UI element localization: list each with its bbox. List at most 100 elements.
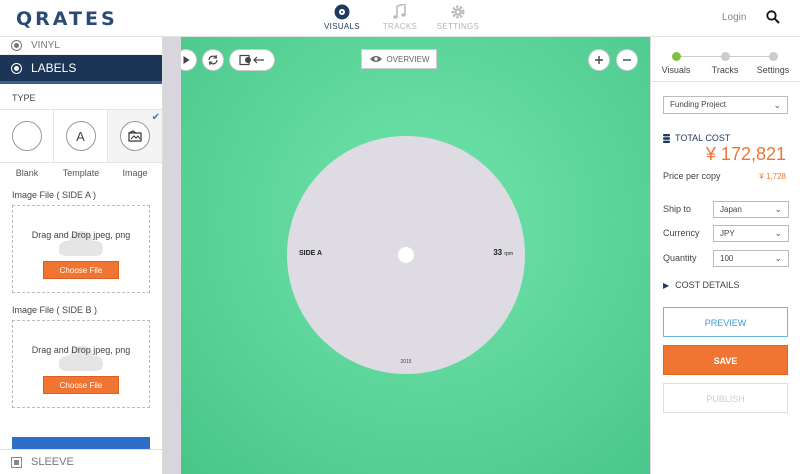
- search-icon[interactable]: [766, 10, 780, 29]
- vinyl-label[interactable]: SIDE A 33 rpm 2015: [287, 136, 525, 374]
- image-icon: [120, 121, 150, 151]
- project-type-value: Funding Project: [670, 100, 727, 109]
- quantity-label: Quantity: [663, 253, 697, 263]
- nav-label: VISUALS: [324, 22, 360, 31]
- coins-icon: [663, 133, 670, 143]
- type-labels: Blank Template Image: [0, 163, 162, 178]
- price-per-copy-value: ¥ 1,728: [759, 172, 786, 181]
- step-label: Visuals: [661, 65, 691, 75]
- type-template-option[interactable]: A: [54, 110, 108, 162]
- type-options: A ✔: [0, 109, 162, 163]
- blank-icon: [11, 121, 42, 151]
- radio-icon: [12, 63, 21, 73]
- section-vinyl[interactable]: VINYL: [0, 37, 162, 55]
- publish-button[interactable]: PUBLISH: [663, 383, 788, 413]
- label-side-text: SIDE A: [299, 250, 323, 257]
- step-dot: [720, 52, 730, 61]
- music-note-icon: [392, 4, 408, 20]
- ship-to-select[interactable]: Japan ⌄: [713, 200, 789, 218]
- type-image-option[interactable]: ✔: [108, 110, 162, 162]
- template-icon: A: [65, 121, 96, 151]
- total-cost-label-text: TOTAL COST: [675, 133, 731, 143]
- rotate-icon: [208, 54, 218, 66]
- side-a-dropzone[interactable]: Drag and Drop jpeg, png Choose File: [12, 205, 150, 293]
- play-button[interactable]: [181, 50, 196, 70]
- spindle-hole: [398, 247, 414, 263]
- section-labels[interactable]: LABELS: [0, 55, 162, 84]
- play-icon: [183, 56, 190, 64]
- project-type-select[interactable]: Funding Project ⌄: [663, 96, 788, 114]
- apply-button-strip[interactable]: [12, 437, 150, 449]
- preview-canvas: OVERVIEW SIDE A 33 rpm 2015: [181, 37, 650, 474]
- type-label-blank: Blank: [15, 168, 39, 178]
- step-settings[interactable]: Settings: [748, 52, 798, 75]
- currency-row: Currency JPY ⌄: [663, 224, 789, 242]
- price-per-copy-label: Price per copy: [663, 171, 721, 181]
- type-title: TYPE: [12, 93, 36, 103]
- nav-settings[interactable]: SETTINGS: [423, 4, 493, 31]
- checkmark-icon: ✔: [151, 112, 160, 123]
- step-visuals[interactable]: Visuals: [651, 52, 701, 75]
- top-bar: QRATES VISUALS TRACKS SETTINGS Login: [0, 0, 800, 37]
- currency-select[interactable]: JPY ⌄: [713, 224, 789, 242]
- side-b-choose-file-button[interactable]: Choose File: [43, 376, 119, 394]
- label-rpm: 33 rpm: [493, 248, 513, 257]
- label-year: 2015: [400, 359, 412, 365]
- rotate-button[interactable]: [203, 50, 223, 70]
- label-rpm-value: 33: [493, 248, 503, 257]
- preview-button[interactable]: PREVIEW: [663, 307, 788, 337]
- zoom-out-button[interactable]: [617, 50, 637, 70]
- cost-details-toggle[interactable]: ▶ COST DETAILS: [663, 280, 739, 290]
- currency-label: Currency: [663, 228, 700, 238]
- overview-label: OVERVIEW: [386, 54, 430, 64]
- type-label-template: Template: [62, 168, 100, 178]
- side-b-drop-text: Drag and Drop jpeg, png: [31, 345, 131, 355]
- gear-icon: [450, 4, 466, 20]
- ship-to-value: Japan: [720, 204, 742, 214]
- section-sleeve[interactable]: SLEEVE: [0, 449, 162, 474]
- step-label: Tracks: [711, 65, 739, 75]
- chevron-down-icon: ⌄: [774, 252, 782, 263]
- quantity-value: 100: [720, 253, 734, 263]
- currency-value: JPY: [720, 228, 735, 238]
- side-b-dropzone[interactable]: Drag and Drop jpeg, png Choose File: [12, 320, 150, 408]
- left-panel: VINYL LABELS TYPE A ✔ Blank Template Ima…: [0, 37, 163, 474]
- zoom-in-button[interactable]: [589, 50, 609, 70]
- caret-right-icon: ▶: [663, 280, 670, 290]
- chevron-down-icon: ⌄: [774, 227, 782, 238]
- chevron-down-icon: ⌄: [773, 100, 781, 110]
- progress-steps: Visuals Tracks Settings: [651, 37, 800, 82]
- radio-icon: [12, 41, 21, 50]
- nav-label: TRACKS: [382, 22, 418, 31]
- sleeve-toggle-button[interactable]: [230, 50, 274, 70]
- step-tracks[interactable]: Tracks: [700, 52, 750, 75]
- side-b-title: Image File ( SIDE B ): [12, 305, 98, 315]
- overview-button[interactable]: OVERVIEW: [361, 49, 437, 69]
- record-icon: [334, 4, 350, 20]
- quantity-row: Quantity 100 ⌄: [663, 249, 789, 267]
- total-cost-label: TOTAL COST: [663, 133, 730, 143]
- type-label-image: Image: [122, 168, 148, 178]
- type-blank-option[interactable]: [0, 110, 54, 162]
- step-label: Settings: [756, 65, 790, 75]
- nav-label: SETTINGS: [436, 22, 480, 31]
- eye-icon: [369, 56, 382, 62]
- quantity-select[interactable]: 100 ⌄: [713, 249, 789, 267]
- label-rpm-unit: rpm: [504, 251, 513, 257]
- chevron-down-icon: ⌄: [774, 203, 782, 214]
- panel-divider[interactable]: [163, 37, 181, 474]
- step-dot: [671, 52, 681, 61]
- section-vinyl-label: VINYL: [31, 40, 60, 51]
- step-dot: [768, 52, 778, 61]
- side-a-drop-text: Drag and Drop jpeg, png: [31, 230, 131, 240]
- ship-to-row: Ship to Japan ⌄: [663, 200, 789, 218]
- save-button[interactable]: SAVE: [663, 345, 788, 375]
- section-labels-label: LABELS: [31, 61, 77, 75]
- slide-out-icon: [239, 54, 264, 66]
- cost-details-label: COST DETAILS: [675, 280, 740, 290]
- square-radio-icon: [12, 457, 21, 467]
- logo[interactable]: QRATES: [16, 8, 118, 30]
- side-a-choose-file-button[interactable]: Choose File: [43, 261, 119, 279]
- login-link[interactable]: Login: [722, 12, 746, 23]
- total-cost-value: ¥ 172,821: [705, 144, 786, 164]
